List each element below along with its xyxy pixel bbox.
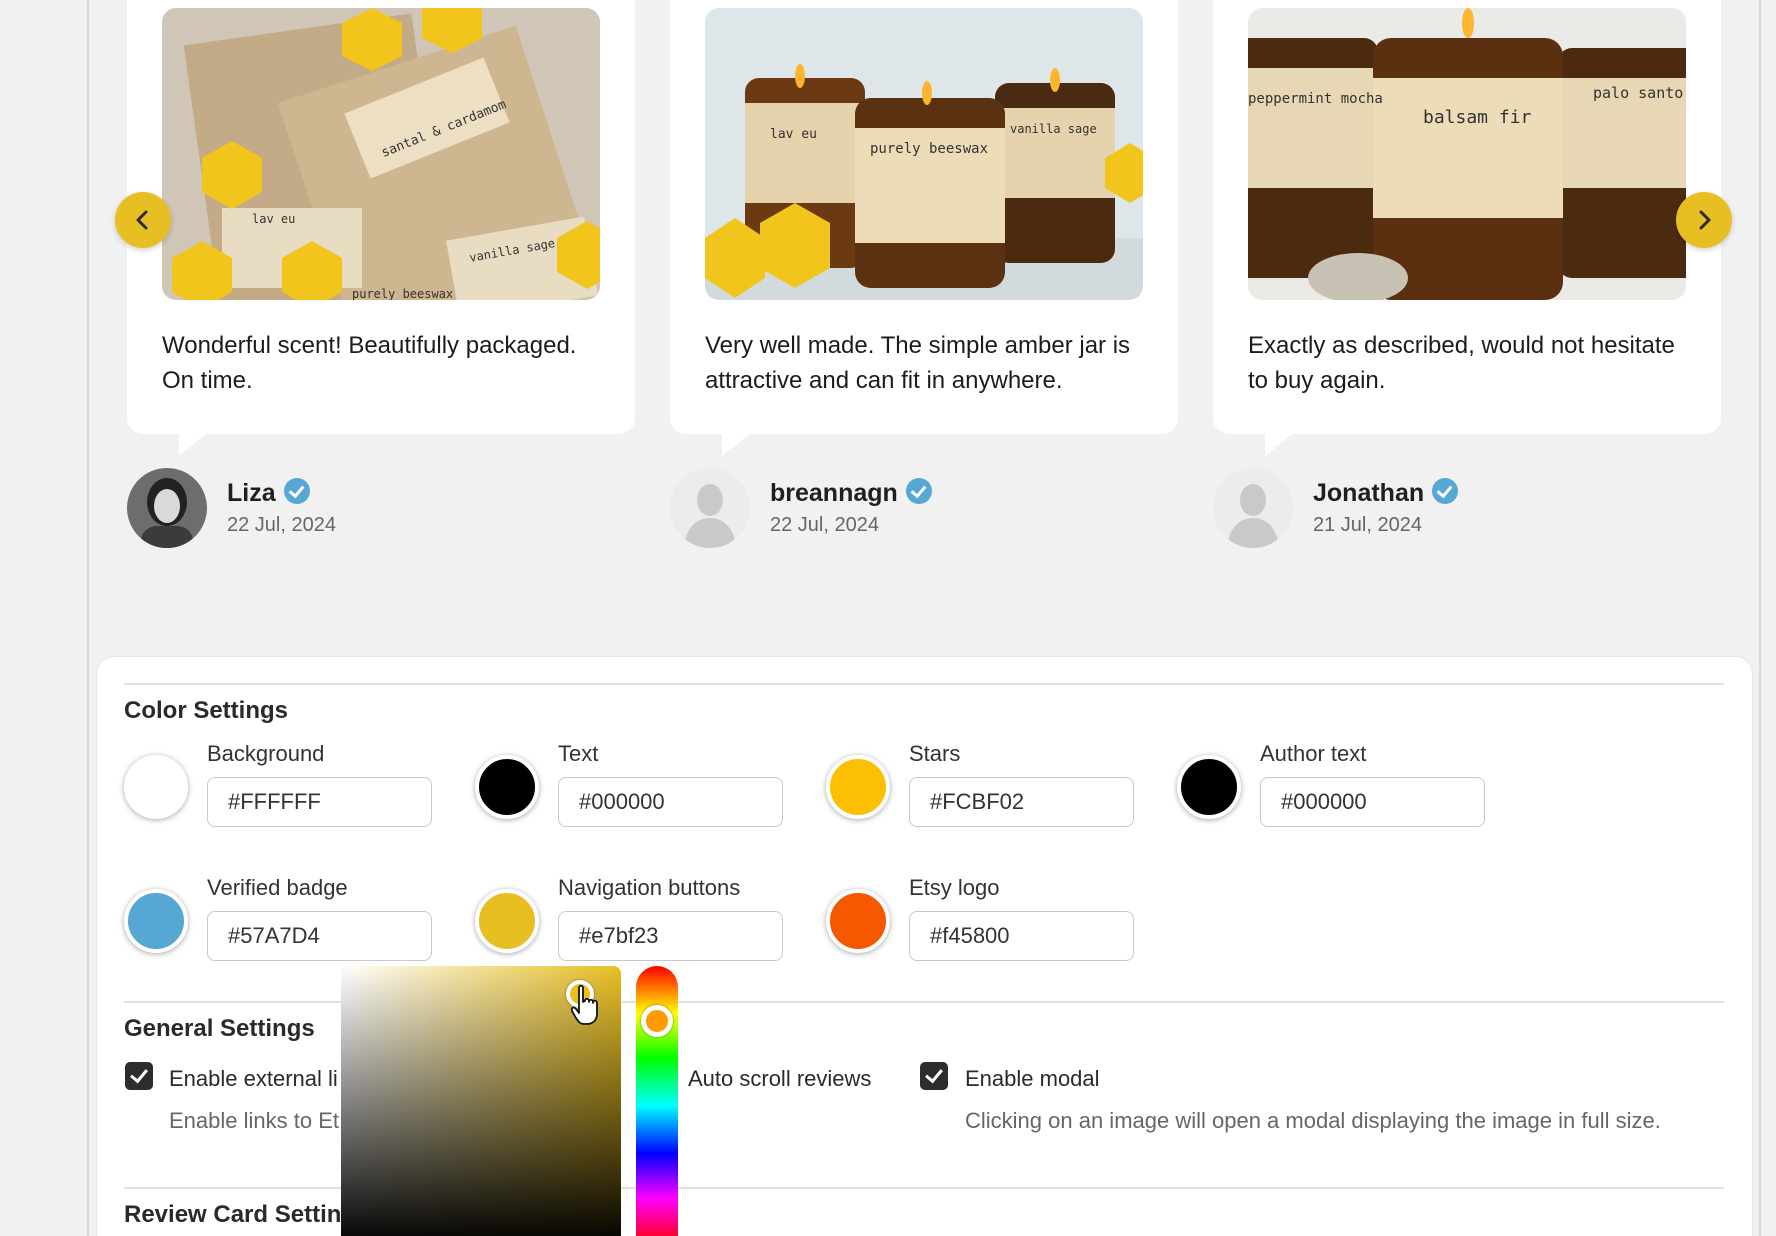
background-input[interactable] [207,777,432,827]
review-card-settings-title: Review Card Settin [124,1201,342,1228]
review-card: lav eu purely beeswax vanilla sage Very … [670,0,1178,456]
avatar [127,468,207,548]
auto-scroll-label: Auto scroll reviews [688,1066,872,1091]
chevron-right-icon [1699,210,1711,230]
avatar [670,468,750,548]
avatar [1213,468,1293,548]
review-date: 22 Jul, 2024 [770,514,879,536]
navigation-buttons-input[interactable] [558,911,783,961]
review-author: Liza 22 Jul, 2024 [127,468,527,550]
photo-label: palo santo [1593,84,1683,102]
review-photo[interactable]: santal & cardamom lav eu vanilla sage pu… [162,8,600,300]
review-photo[interactable]: peppermint mocha balsam fir palo santo [1248,8,1686,300]
hue-slider-handle[interactable] [641,1005,673,1037]
review-date: 22 Jul, 2024 [227,514,336,536]
review-quote: Very well made. The simple amber jar is … [705,332,1131,394]
author-name: Liza [227,479,276,507]
general-settings-title: General Settings [124,1015,315,1042]
enable-external-links-label: Enable external li [169,1066,338,1091]
photo-label: lav eu [252,212,295,226]
photo-label: purely beeswax [870,141,988,157]
etsy-logo-label: Etsy logo [909,875,1000,900]
review-card: santal & cardamom lav eu vanilla sage pu… [127,0,635,456]
text-input[interactable] [558,777,783,827]
carousel-next-button[interactable] [1676,192,1732,248]
review-quote: Exactly as described, would not hesitate… [1248,332,1675,394]
background-label: Background [207,741,325,766]
verified-badge-icon [283,478,310,504]
navigation-buttons-label: Navigation buttons [558,875,741,900]
verified-badge-input[interactable] [207,911,432,961]
enable-modal-label: Enable modal [965,1066,1100,1091]
author-text-swatch[interactable] [1177,755,1241,819]
verified-badge-swatch[interactable] [124,889,188,953]
etsy-logo-swatch[interactable] [826,889,890,953]
background-swatch[interactable] [124,755,188,819]
enable-modal-help: Clicking on an image will open a modal d… [965,1108,1661,1133]
author-name: Jonathan [1313,479,1425,507]
verified-badge-icon [1432,478,1459,504]
verified-badge-label: Verified badge [207,875,348,900]
left-border [87,0,89,1236]
enable-modal-checkbox[interactable] [920,1062,948,1090]
enable-external-links-checkbox[interactable] [125,1062,153,1090]
author-text-input[interactable] [1260,777,1485,827]
chevron-left-icon [136,210,148,230]
review-card: peppermint mocha balsam fir palo santo E… [1213,0,1721,456]
text-label: Text [558,741,599,766]
photo-label: purely beeswax [352,287,453,300]
review-photo[interactable]: lav eu purely beeswax vanilla sage [705,8,1143,300]
photo-label: vanilla sage [1010,122,1097,136]
navigation-buttons-swatch[interactable] [475,889,539,953]
carousel-prev-button[interactable] [115,192,171,248]
author-text-label: Author text [1260,741,1367,766]
etsy-logo-input[interactable] [909,911,1134,961]
stars-input[interactable] [909,777,1134,827]
text-swatch[interactable] [475,755,539,819]
photo-label: balsam fir [1423,107,1532,128]
stars-label: Stars [909,741,961,766]
photo-label: peppermint mocha [1248,91,1383,107]
review-author: Jonathan 21 Jul, 2024 [1213,468,1613,550]
enable-external-links-help: Enable links to Et [169,1108,339,1133]
review-date: 21 Jul, 2024 [1313,514,1422,536]
verified-badge-icon [905,478,932,504]
review-author: breannagn 22 Jul, 2024 [670,468,1070,550]
hand-cursor-icon [570,984,598,1025]
author-name: breannagn [770,479,898,507]
divider [124,683,1724,685]
right-border [1759,0,1761,1236]
review-quote: Wonderful scent! Beautifully packaged. O… [162,332,577,394]
stars-swatch[interactable] [826,755,890,819]
photo-label: lav eu [770,127,817,142]
color-settings-title: Color Settings [124,697,289,724]
